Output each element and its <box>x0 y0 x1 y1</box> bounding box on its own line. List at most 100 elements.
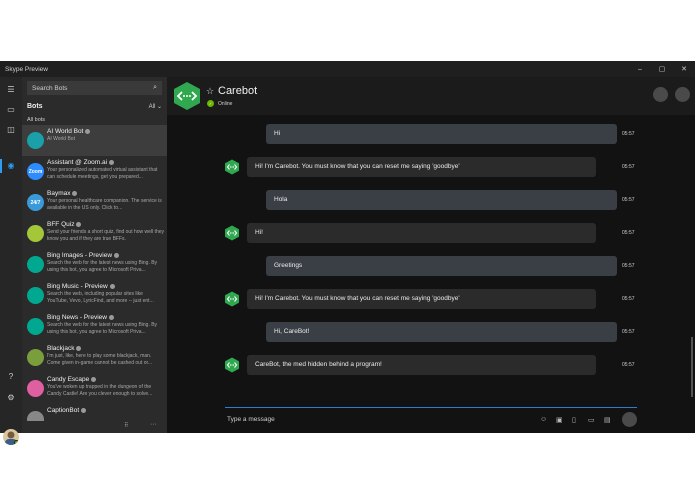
chat-pane: ☆ Carebot ✓ Online Hi 05:57 Hi! I'm Carebo… <box>167 77 695 433</box>
bot-name: Bing Images - Preview <box>47 252 120 259</box>
bot-avatar-icon <box>27 411 44 421</box>
chevron-down-icon: ⌄ <box>156 104 162 110</box>
bot-name-text: Baymax <box>47 190 71 197</box>
bot-list-item[interactable]: AI World Bot AI World Bot <box>22 125 167 156</box>
bot-name-text: Candy Escape <box>47 376 90 383</box>
bot-list-item[interactable]: Zoom Assistant @ Zoom.ai Your personalized… <box>22 156 167 187</box>
search-box[interactable]: Search Bots ⌕ <box>27 81 162 95</box>
image-icon[interactable]: ▣ <box>556 416 563 424</box>
maximize-button[interactable]: ▢ <box>651 65 673 73</box>
message-bubble[interactable]: Hola <box>266 190 617 210</box>
bot-list-item[interactable]: Candy Escape You've woken up trapped in t… <box>22 373 167 404</box>
bots-icon[interactable]: ◉ <box>4 159 18 173</box>
verified-bot-icon <box>109 283 115 289</box>
bots-list-pane: Search Bots ⌕ Bots All ⌄ All bots AI Wor… <box>22 77 167 433</box>
status-text: Online <box>218 100 233 107</box>
close-button[interactable]: ✕ <box>673 65 695 73</box>
bot-avatar-icon: 24/7 <box>27 194 44 211</box>
carebot-avatar-icon <box>225 357 239 373</box>
emoji-icon[interactable]: ☺ <box>540 416 547 423</box>
title-bar: Skype Preview – ▢ ✕ <box>0 61 695 77</box>
skype-window: Skype Preview – ▢ ✕ ☰ ▭ ◫ ◉ ? ⚙ Search B… <box>0 61 695 445</box>
carebot-logo-icon[interactable] <box>172 81 202 111</box>
bot-name-text: BFF Quiz <box>47 221 75 228</box>
settings-gear-icon[interactable]: ⚙ <box>4 391 18 405</box>
minimize-button[interactable]: – <box>629 66 651 73</box>
carebot-avatar-icon <box>225 159 239 175</box>
search-icon[interactable]: ⌕ <box>153 84 162 92</box>
verified-bot-icon <box>109 159 115 165</box>
window-title: Skype Preview <box>5 65 48 73</box>
voice-call-button[interactable] <box>675 87 690 102</box>
carebot-avatar-icon <box>225 225 239 241</box>
message-list: Hi 05:57 Hi! I'm Carebot. You must know th… <box>167 115 695 407</box>
bot-list-item[interactable]: CaptionBot <box>22 404 167 421</box>
chat-title: Carebot <box>218 85 258 97</box>
message-timestamp: 05:57 <box>622 296 635 302</box>
bot-description: Search the web for the latest news using… <box>47 260 158 273</box>
bot-list-item[interactable]: Blackjack I'm just, like, here to play so… <box>22 342 167 373</box>
message-timestamp: 05:57 <box>622 197 635 203</box>
bot-avatar-icon <box>27 318 44 335</box>
all-bots-label: All bots <box>27 117 46 123</box>
message-scrollbar[interactable] <box>691 337 693 397</box>
bot-name: BFF Quiz <box>47 221 82 228</box>
contact-card-icon[interactable]: ▤ <box>604 416 611 424</box>
nav-rail: ☰ ▭ ◫ ◉ ? ⚙ <box>0 77 22 445</box>
verified-bot-icon <box>72 190 78 196</box>
status-row: ✓ Online <box>207 100 232 107</box>
verified-bot-icon <box>76 221 82 227</box>
bots-title: Bots <box>27 103 43 110</box>
online-check-icon: ✓ <box>207 100 214 107</box>
bot-list-item[interactable]: BFF Quiz Send your friends a short quiz, … <box>22 218 167 249</box>
message-bubble[interactable]: Hi! I'm Carebot. You must know that you … <box>247 289 596 309</box>
message-bubble[interactable]: Hi! I'm Carebot. You must know that you … <box>247 157 596 177</box>
bot-name-text: Blackjack <box>47 345 75 352</box>
bot-description: Search the web for the latest news using… <box>47 322 158 335</box>
bot-name-text: AI World Bot <box>47 128 84 135</box>
bot-avatar-icon <box>27 349 44 366</box>
bot-name-text: Bing News - Preview <box>47 314 107 321</box>
bot-list-item[interactable]: Bing Music - Preview Search the web, incl… <box>22 280 167 311</box>
bot-name-text: Bing Music - Preview <box>47 283 108 290</box>
video-call-button[interactable] <box>653 87 668 102</box>
help-icon[interactable]: ? <box>4 370 18 384</box>
chat-icon[interactable]: ▭ <box>4 103 18 117</box>
bot-description: AI World Bot <box>47 136 75 142</box>
verified-bot-icon <box>108 314 114 320</box>
bot-avatar-icon <box>27 287 44 304</box>
presence-dot <box>14 440 19 445</box>
bot-description: I'm just, like, here to play some blackj… <box>47 353 153 366</box>
bot-avatar-icon <box>27 225 44 242</box>
verified-bot-icon <box>85 128 91 134</box>
bot-name: Bing News - Preview <box>47 314 114 321</box>
bot-list-item[interactable]: 24/7 Baymax Your personal healthcare compa… <box>22 187 167 218</box>
search-input[interactable]: Search Bots <box>27 85 153 92</box>
bot-name: Assistant @ Zoom.ai <box>47 159 115 166</box>
bot-list-item[interactable]: Bing News - Preview Search the web for th… <box>22 311 167 342</box>
video-message-icon[interactable]: ▭ <box>588 416 595 424</box>
favorite-star-icon[interactable]: ☆ <box>206 86 214 97</box>
message-timestamp: 05:57 <box>622 362 635 368</box>
message-bubble[interactable]: Hi, CareBot! <box>266 322 617 342</box>
bot-name: Candy Escape <box>47 376 97 383</box>
message-bubble[interactable]: Greetings <box>266 256 617 276</box>
bot-avatar-icon: Zoom <box>27 163 44 180</box>
file-icon[interactable]: ▯ <box>572 416 576 424</box>
filter-label: All <box>148 104 156 110</box>
message-bubble[interactable]: Hi! <box>247 223 596 243</box>
bot-avatar-icon <box>27 256 44 273</box>
dialpad-icon[interactable]: ⠿ <box>124 422 128 429</box>
bot-description: Send your friends a short quiz, find out… <box>47 229 164 242</box>
hamburger-menu-icon[interactable]: ☰ <box>4 83 18 97</box>
message-bubble[interactable]: Hi <box>266 124 617 144</box>
my-avatar[interactable] <box>3 429 19 445</box>
contacts-icon[interactable]: ◫ <box>4 123 18 137</box>
send-button[interactable] <box>622 412 637 427</box>
more-options-icon[interactable]: ··· <box>150 421 157 428</box>
message-input[interactable]: Type a message <box>227 416 275 423</box>
message-bubble[interactable]: CareBot, the med hidden behind a program… <box>247 355 596 375</box>
filter-dropdown[interactable]: All ⌄ <box>149 103 162 110</box>
active-indicator <box>0 159 2 173</box>
bot-list-item[interactable]: Bing Images - Preview Search the web for … <box>22 249 167 280</box>
